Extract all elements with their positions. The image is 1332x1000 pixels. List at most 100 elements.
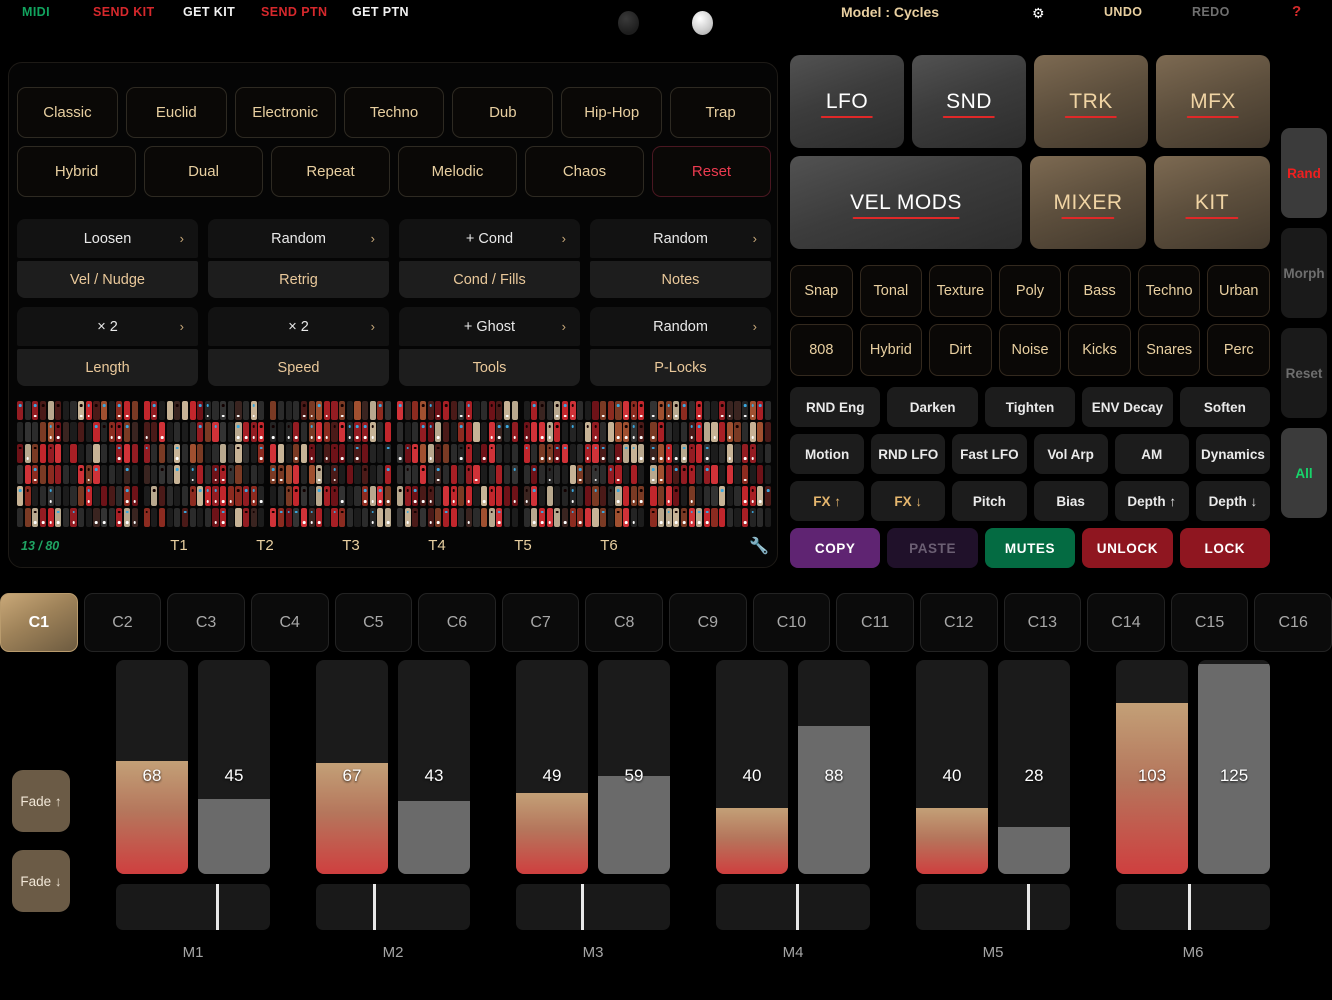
sequencer-step[interactable] (277, 486, 285, 506)
sequencer-step[interactable] (17, 486, 24, 506)
sequencer-step[interactable] (749, 464, 756, 485)
sequencer-step[interactable] (404, 443, 411, 463)
tag-button-tonal[interactable]: Tonal (859, 265, 923, 317)
param-action-length[interactable]: Length (17, 349, 198, 386)
sequencer-step[interactable] (250, 507, 257, 527)
sequencer-step[interactable] (757, 507, 764, 527)
sequencer-step[interactable] (734, 507, 741, 527)
action-button-unlock[interactable]: UNLOCK (1082, 528, 1173, 568)
sequencer-step[interactable] (116, 401, 123, 421)
tag-button-techno[interactable]: Techno (1137, 265, 1201, 317)
sequencer-step[interactable] (630, 486, 637, 506)
sequencer-step[interactable] (757, 443, 764, 463)
sequencer-step[interactable] (397, 507, 404, 527)
sequencer-step[interactable] (377, 422, 384, 442)
param-select-random[interactable]: Random › (590, 219, 771, 258)
sequencer-step[interactable] (346, 486, 353, 506)
sequencer-step[interactable] (62, 507, 69, 527)
sequencer-step[interactable] (734, 443, 741, 463)
sequencer-step[interactable] (538, 507, 546, 527)
sequencer-step[interactable] (584, 486, 591, 506)
topbar-item-midi[interactable]: MIDI (22, 5, 50, 19)
sequencer-step[interactable] (703, 486, 710, 506)
sequencer-step[interactable] (384, 486, 392, 506)
sequencer-step[interactable] (78, 401, 85, 421)
sequencer-step[interactable] (511, 486, 518, 506)
sequencer-step[interactable] (174, 443, 181, 463)
sequencer-step[interactable] (101, 464, 108, 485)
sequencer-step[interactable] (131, 422, 138, 442)
sequencer-step[interactable] (270, 401, 277, 421)
sequencer-step[interactable] (316, 464, 323, 485)
wrench-icon[interactable]: 🔧 (749, 536, 769, 556)
sequencer-step[interactable] (623, 401, 630, 421)
sequencer-step[interactable] (600, 507, 607, 527)
channel-tab-c7[interactable]: C7 (501, 593, 580, 652)
topbar-item-get-ptn[interactable]: GET PTN (352, 5, 409, 19)
sequencer-step[interactable] (665, 464, 672, 485)
sequencer-step[interactable] (569, 507, 576, 527)
sequencer-step[interactable] (749, 422, 756, 442)
module-button-vel-mods[interactable]: VEL MODS (790, 156, 1022, 249)
sequencer-step[interactable] (703, 507, 710, 527)
sequencer-step[interactable] (711, 464, 718, 485)
sequencer-step[interactable] (673, 443, 680, 463)
tag-button-snares[interactable]: Snares (1137, 324, 1201, 376)
sequencer-step[interactable] (419, 443, 427, 463)
sequencer-step[interactable] (719, 401, 726, 421)
sequencer-step[interactable] (742, 443, 749, 463)
sequencer-step[interactable] (70, 464, 77, 485)
sequencer-step[interactable] (250, 464, 257, 485)
sequencer-step[interactable] (607, 486, 614, 506)
sequencer-step[interactable] (680, 422, 688, 442)
sequencer-step[interactable] (197, 401, 204, 421)
sequencer-step[interactable] (39, 422, 47, 442)
tag-button-kicks[interactable]: Kicks (1068, 324, 1131, 376)
sequencer-step[interactable] (331, 443, 338, 463)
sequencer-step[interactable] (101, 401, 108, 421)
sequencer-step[interactable] (220, 464, 227, 485)
sequencer-step[interactable] (450, 422, 457, 442)
sequencer-step[interactable] (680, 401, 688, 421)
sequencer-step[interactable] (638, 486, 645, 506)
preset-button-reset[interactable]: Reset (652, 146, 771, 197)
function-button-fast-lfo[interactable]: Fast LFO (952, 434, 1027, 474)
sequencer-step[interactable] (384, 422, 392, 442)
sequencer-step[interactable] (323, 401, 330, 421)
undo-button[interactable]: UNDO (1104, 5, 1142, 19)
channel-tab-c14[interactable]: C14 (1087, 593, 1165, 652)
module-button-mfx[interactable]: MFX (1156, 55, 1270, 148)
sequencer-step[interactable] (561, 443, 569, 463)
sequencer-step[interactable] (749, 443, 756, 463)
sequencer-step[interactable] (607, 464, 614, 485)
sequencer-step[interactable] (17, 401, 24, 421)
module-button-trk[interactable]: TRK (1034, 55, 1148, 148)
sequencer-step[interactable] (354, 422, 361, 442)
sequencer-step[interactable] (235, 507, 242, 527)
sequencer-step[interactable] (108, 507, 115, 527)
sequencer-step[interactable] (577, 443, 584, 463)
sequencer-step[interactable] (650, 464, 657, 485)
function-button-tighten[interactable]: Tighten (984, 387, 1076, 427)
sequencer-step[interactable] (32, 464, 39, 485)
sequencer-step[interactable] (615, 422, 622, 442)
sequencer-step[interactable] (85, 422, 92, 442)
sequencer-step[interactable] (442, 464, 449, 485)
sequencer-step[interactable] (143, 443, 150, 463)
sequencer-step[interactable] (442, 486, 449, 506)
sequencer-step[interactable] (412, 401, 419, 421)
sequencer-step[interactable] (711, 443, 718, 463)
sequencer-step[interactable] (189, 464, 196, 485)
tag-button-hybrid[interactable]: Hybrid (859, 324, 923, 376)
tag-button-bass[interactable]: Bass (1068, 265, 1131, 317)
sequencer-step[interactable] (561, 464, 569, 485)
sequencer-step[interactable] (638, 464, 645, 485)
sequencer-step[interactable] (412, 464, 419, 485)
sequencer-step[interactable] (623, 443, 630, 463)
sequencer-step[interactable] (131, 401, 138, 421)
preset-button-techno[interactable]: Techno (343, 87, 445, 138)
param-action-cond-fills[interactable]: Cond / Fills (399, 261, 580, 298)
sequencer-step[interactable] (680, 507, 688, 527)
sequencer-step[interactable] (764, 507, 772, 527)
sequencer-step[interactable] (397, 464, 404, 485)
